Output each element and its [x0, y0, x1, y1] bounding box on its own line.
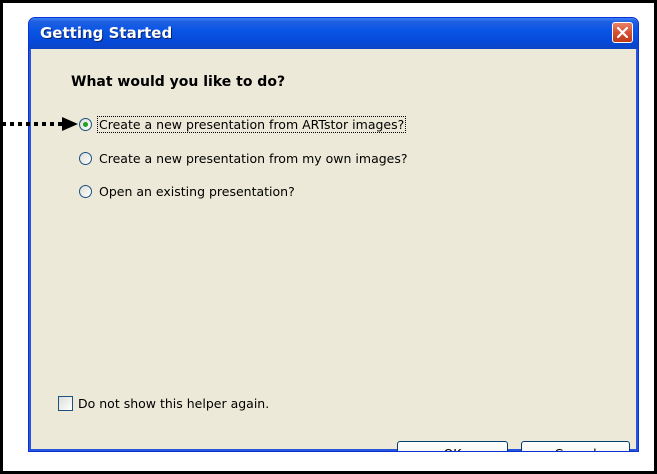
option-own-images[interactable]: Create a new presentation from my own im…	[79, 148, 409, 168]
dialog-title: Getting Started	[40, 24, 173, 42]
close-icon	[617, 27, 628, 38]
ok-button[interactable]: OK	[397, 441, 508, 451]
radio-own-images[interactable]	[79, 151, 92, 165]
dont-show-again-row[interactable]: Do not show this helper again.	[58, 396, 269, 411]
title-bar[interactable]: Getting Started	[29, 18, 638, 49]
close-button[interactable]	[612, 22, 633, 43]
cancel-button[interactable]: Cancel	[521, 441, 630, 451]
getting-started-dialog: Getting Started What would you like to d…	[28, 17, 639, 452]
option-artstor-images-label: Create a new presentation from ARTstor i…	[96, 115, 407, 133]
radio-artstor-images[interactable]	[79, 117, 92, 131]
pointer-arrow-icon	[2, 117, 78, 131]
radio-open-existing[interactable]	[79, 184, 92, 198]
dont-show-again-label: Do not show this helper again.	[78, 396, 270, 411]
option-artstor-images[interactable]: Create a new presentation from ARTstor i…	[79, 114, 407, 134]
question-heading: What would you like to do?	[71, 74, 286, 90]
option-own-images-label: Create a new presentation from my own im…	[99, 150, 408, 166]
dialog-content: What would you like to do? Create a new …	[33, 49, 634, 451]
option-open-existing-label: Open an existing presentation?	[99, 183, 295, 199]
dont-show-again-checkbox[interactable]	[58, 396, 73, 411]
option-open-existing[interactable]: Open an existing presentation?	[79, 181, 296, 201]
